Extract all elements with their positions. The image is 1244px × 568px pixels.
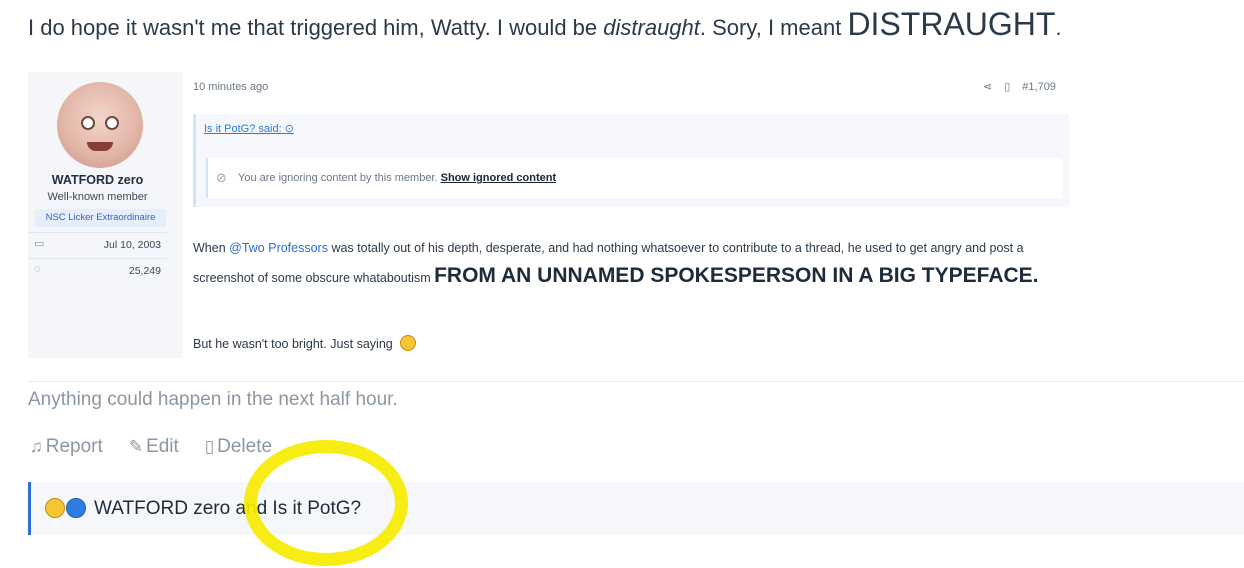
post-meta-actions: ⋖ ▯ #1,709 [983,80,1056,94]
quote-header[interactable]: Is it PotG? said: ⊙ [204,122,294,135]
laugh-emoji-icon [45,498,65,518]
post-body-second-paragraph: But he wasn't too bright. Just saying [193,335,417,351]
signature-divider [28,381,1244,382]
quote-block: Is it PotG? said: ⊙ ⊘ You are ignoring c… [193,114,1069,207]
post-number[interactable]: #1,709 [1022,81,1056,93]
delete-label[interactable]: Delete [217,436,272,458]
body-text-c: But he wasn't too bright. Just saying [193,337,397,351]
joined-stat: ▭ Jul 10, 2003 [28,232,167,256]
show-ignored-link[interactable]: Show ignored content [441,172,557,184]
joined-value: Jul 10, 2003 [103,239,161,251]
edit-button[interactable]: ✎ Edit [129,436,179,458]
post-text: I do hope it wasn't me that triggered hi… [28,6,1062,43]
avatar[interactable] [57,82,143,168]
trash-icon: ▯ [204,437,215,456]
user-info-panel: WATFORD zero Well-known member NSC Licke… [28,72,183,358]
bell-icon: ♫ [30,437,43,456]
username[interactable]: WATFORD zero [28,173,167,187]
ignored-content-notice: ⊘ You are ignoring content by this membe… [206,158,1062,198]
post-text-big: DISTRAUGHT [847,6,1056,42]
post-time[interactable]: 10 minutes ago [193,81,268,93]
embedded-post: WATFORD zero Well-known member NSC Licke… [28,72,1078,362]
calendar-icon: ▭ [34,238,45,250]
messages-stat: ◌ 25,249 [28,258,167,282]
avatar-eye-right [105,116,119,130]
post-text-part1: I do hope it wasn't me that triggered hi… [28,15,604,40]
yellow-highlight-circle [244,440,408,566]
mention-link[interactable]: @Two Professors [229,241,328,255]
post-text-part2: . Sory, I meant [699,15,848,40]
mute-icon: ⊘ [216,170,227,185]
signature-text: Anything could happen in the next half h… [28,389,398,410]
bookmark-icon[interactable]: ▯ [1004,80,1010,93]
user-banner: NSC Licker Extraordinaire [35,209,166,227]
ignored-text: You are ignoring content by this member. [238,172,438,184]
arrow-up-icon[interactable]: ⊙ [285,123,294,135]
report-button[interactable]: ♫ Report [30,436,103,458]
like-icon [66,498,86,518]
post-text-end: . [1055,15,1062,40]
post-text-emphasis: distraught [603,15,700,40]
edit-label[interactable]: Edit [146,436,179,458]
messages-icon: ◌ [34,263,41,275]
messages-value: 25,249 [128,265,161,277]
share-icon[interactable]: ⋖ [983,80,992,93]
post-actions: ♫ Report ✎ Edit ▯ Delete [30,436,272,458]
pencil-icon: ✎ [128,437,144,456]
delete-button[interactable]: ▯ Delete [205,436,272,458]
user-title: Well-known member [47,191,148,203]
body-big-text: FROM AN UNNAMED SPOKESPERSON IN A BIG TY… [434,264,1039,287]
post-body-paragraph: When @Two Professors was totally out of … [193,234,1073,292]
reactions-bar[interactable]: WATFORD zero and Is it PotG? [28,482,1244,535]
quote-header-label[interactable]: Is it PotG? said: [204,123,282,135]
avatar-eye-left [81,116,95,130]
reaction-icons [45,498,87,518]
body-text-a: When [193,241,230,255]
grin-emoji-icon [400,335,417,351]
report-label[interactable]: Report [46,436,103,458]
avatar-mouth [87,142,113,151]
